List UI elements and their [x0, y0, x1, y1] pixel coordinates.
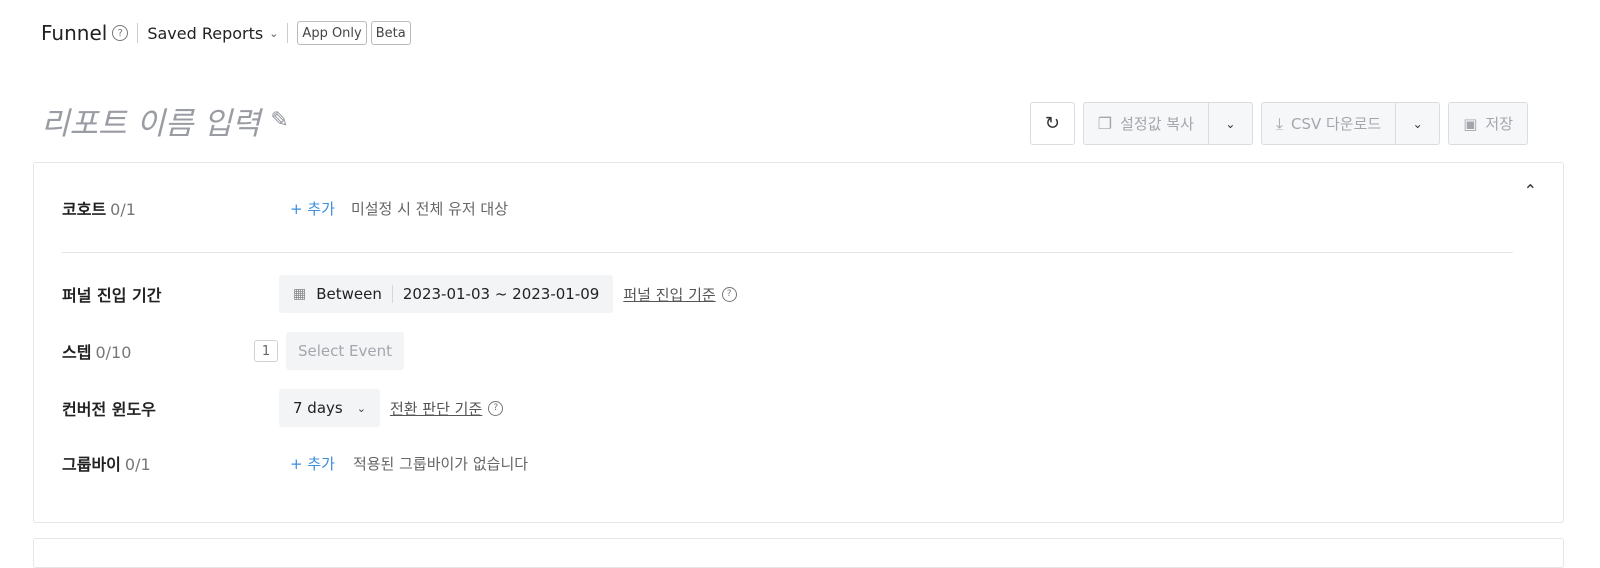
- chevron-down-icon: ⌄: [1412, 116, 1423, 131]
- funnel-period-row: 퍼널 진입 기간 ▦ Between 2023-01-03 ~ 2023-01-…: [62, 275, 737, 313]
- conversion-window-value: 7 days: [293, 399, 343, 417]
- csv-download-dropdown[interactable]: ⌄: [1395, 103, 1439, 144]
- cohort-hint: 미설정 시 전체 유저 대상: [350, 199, 509, 218]
- report-toolbar: ↻ ❐ 설정값 복사 ⌄ ⤓ CSV 다운로드 ⌄ ▣ 저장: [1029, 102, 1528, 145]
- refresh-button[interactable]: ↻: [1029, 102, 1075, 145]
- saved-reports-dropdown[interactable]: Saved Reports ⌄: [147, 24, 278, 43]
- csv-download-button[interactable]: ⤓ CSV 다운로드: [1262, 103, 1395, 144]
- add-cohort-button[interactable]: + 추가: [290, 198, 335, 219]
- app-title: Funnel: [41, 21, 108, 45]
- conversion-window-row: 컨버전 윈도우 7 days ⌄ 전환 판단 기준 ?: [62, 389, 504, 427]
- chevron-down-icon: ⌄: [356, 401, 366, 415]
- chevron-down-icon: ⌄: [1225, 116, 1236, 131]
- copy-settings-label: 설정값 복사: [1120, 115, 1194, 133]
- refresh-icon: ↻: [1044, 113, 1060, 134]
- group-by-hint: 적용된 그룹바이가 없습니다: [352, 454, 529, 473]
- add-group-by-button[interactable]: + 추가: [290, 453, 335, 474]
- chevron-down-icon: ⌄: [269, 26, 279, 40]
- funnel-settings-panel: ⌃ 코호트 0/1 + 추가 미설정 시 전체 유저 대상 퍼널 진입 기간 ▦ …: [33, 162, 1564, 523]
- help-icon[interactable]: ?: [488, 400, 504, 416]
- conversion-window-select[interactable]: 7 days ⌄: [279, 389, 380, 427]
- group-by-row: 그룹바이 0/1 + 추가 적용된 그룹바이가 없습니다: [62, 447, 528, 479]
- header-divider: [137, 23, 139, 43]
- date-range-picker[interactable]: ▦ Between 2023-01-03 ~ 2023-01-09: [279, 275, 614, 313]
- conversion-criteria-link[interactable]: 전환 판단 기준: [390, 398, 482, 419]
- page-header: Funnel ? Saved Reports ⌄ App Only Beta: [41, 18, 415, 48]
- conversion-window-label: 컨버전 윈도우: [62, 400, 156, 419]
- chevron-up-icon[interactable]: ⌃: [1524, 181, 1537, 200]
- beta-tag: Beta: [370, 21, 411, 45]
- copy-settings-dropdown[interactable]: ⌄: [1207, 103, 1252, 144]
- floppy-icon: ▣: [1463, 114, 1478, 133]
- copy-settings-button[interactable]: ❐ 설정값 복사: [1084, 103, 1208, 144]
- section-divider: [62, 252, 1513, 253]
- copy-settings-group: ❐ 설정값 복사 ⌄: [1082, 102, 1253, 145]
- date-mode: Between: [316, 285, 382, 303]
- select-event-button[interactable]: Select Event: [286, 332, 405, 370]
- cohort-row: 코호트 0/1 + 추가 미설정 시 전체 유저 대상: [62, 192, 508, 224]
- group-by-label-text: 그룹바이: [62, 455, 121, 474]
- saved-reports-label: Saved Reports: [147, 23, 264, 43]
- copy-icon: ❐: [1097, 114, 1113, 133]
- download-icon: ⤓: [1275, 113, 1283, 133]
- csv-download-label: CSV 다운로드: [1290, 115, 1382, 133]
- cohort-label: 코호트 0/1: [62, 196, 244, 220]
- report-name-input[interactable]: 리포트 이름 입력 ✎: [41, 98, 289, 142]
- results-panel: [33, 538, 1564, 568]
- pencil-icon[interactable]: ✎: [270, 108, 288, 133]
- cohort-count: 0/1: [110, 200, 136, 219]
- funnel-criteria-link[interactable]: 퍼널 진입 기준: [623, 284, 715, 305]
- group-by-count: 0/1: [124, 455, 151, 474]
- steps-row: 스텝 0/10 1 Select Event: [62, 332, 405, 370]
- csv-download-group: ⤓ CSV 다운로드 ⌄: [1260, 102, 1441, 145]
- report-name-placeholder: 리포트 이름 입력: [41, 105, 261, 142]
- cohort-label-text: 코호트: [62, 200, 107, 219]
- save-label: 저장: [1485, 115, 1513, 133]
- date-range-value: 2023-01-03 ~ 2023-01-09: [402, 285, 600, 303]
- step-number-badge: 1: [254, 340, 278, 362]
- help-icon[interactable]: ?: [112, 25, 129, 41]
- save-button[interactable]: ▣ 저장: [1448, 102, 1528, 145]
- calendar-icon: ▦: [293, 286, 307, 302]
- header-divider: [287, 23, 289, 43]
- steps-label: 스텝 0/10: [62, 339, 244, 363]
- funnel-period-label: 퍼널 진입 기간: [62, 286, 162, 305]
- help-icon[interactable]: ?: [721, 286, 737, 302]
- group-by-label: 그룹바이 0/1: [62, 451, 244, 475]
- date-mode-divider: [391, 285, 393, 303]
- steps-label-text: 스텝: [62, 343, 92, 362]
- app-only-tag: App Only: [297, 21, 367, 45]
- steps-count: 0/10: [95, 343, 132, 362]
